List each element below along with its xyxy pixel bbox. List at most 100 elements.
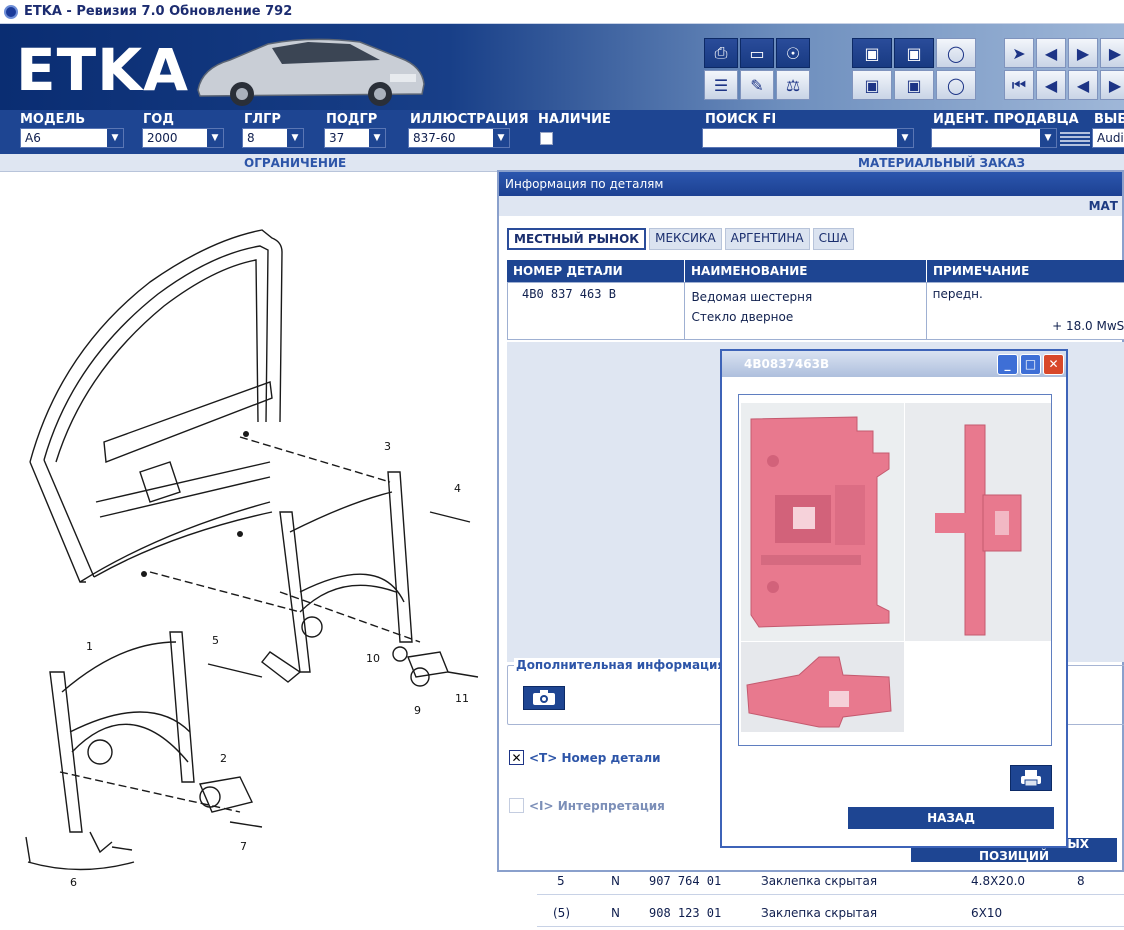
binoculars-icon[interactable]: ☉ [776,38,810,68]
part-image-window: 4B0837463B _ □ ✕ НАЗАД [720,349,1068,848]
dealer-label: ИДЕНТ. ПРОДАВЦА [933,112,1079,127]
panel-title: Информация по деталям [499,172,1122,196]
panel-strip-label: МАТ [1088,199,1118,213]
callout-7[interactable]: 7 [240,840,247,853]
pin-icon[interactable]: ➤ [1004,38,1034,68]
table-row[interactable]: 4B0 837 463 B Ведомая шестерня Стекло дв… [507,282,1124,340]
elsa-icon[interactable]: ▣ [852,38,892,68]
forward-icon[interactable]: ▶ [1100,70,1124,100]
availability-label: НАЛИЧИЕ [538,112,611,127]
callout-5[interactable]: 5 [212,634,219,647]
chevron-down-icon[interactable]: ▼ [207,129,223,147]
illustration-select[interactable]: 837-60 ▼ [408,128,510,148]
part-photo-frame [738,394,1052,746]
popup-title: 4B0837463B [744,357,830,371]
availability-checkbox[interactable] [540,132,553,145]
printer-icon [1021,770,1041,787]
chevron-down-icon[interactable]: ▼ [897,129,913,147]
scale-icon[interactable]: ⚖ [776,70,810,100]
search-select[interactable]: ▼ [702,128,914,148]
close-icon[interactable]: ✕ [1043,353,1064,375]
tab-usa[interactable]: США [812,228,854,250]
minimize-icon[interactable]: _ [997,353,1018,375]
grid-icon [1060,132,1090,146]
screen-icon[interactable]: ▭ [740,38,774,68]
back-button[interactable]: НАЗАД [848,807,1054,829]
chevron-down-icon[interactable]: ▼ [1040,129,1056,147]
callout-2[interactable]: 2 [220,752,227,765]
chevron-down-icon[interactable]: ▼ [493,129,509,147]
brand-logo: ETKA [16,36,190,104]
tab-argentina[interactable]: АРГЕНТИНА [724,228,810,250]
mg-select[interactable]: 8 ▼ [242,128,304,148]
camera-icon [533,690,555,705]
header-banner: ETKA ⎙ ▭ ☉ ☰ ✎ ⚖ ▣ ▣ ◯ ▣ ▣ ◯ ➤ ◀ ▶ ▶ ⏮ ◀… [0,24,1124,110]
chevron-down-icon[interactable]: ▼ [287,129,303,147]
callout-1[interactable]: 1 [86,640,93,653]
col-part-number: НОМЕР ДЕТАЛИ [507,260,685,282]
tab-mexico[interactable]: МЕКСИКА [649,228,722,250]
additional-info-label: Дополнительная информация [514,658,728,672]
callout-3[interactable]: 3 [384,440,391,453]
more-icon[interactable]: ▶ [1100,38,1124,68]
sg-label: ПОДГР [326,112,378,127]
market-tabs: МЕСТНЫЙ РЫНОК МЕКСИКА АРГЕНТИНА США [507,228,854,250]
model-select[interactable]: A6 ▼ [20,128,124,148]
model-label: МОДЕЛЬ [20,112,86,127]
part-photo [741,403,1051,732]
cart-icon[interactable]: ◯ [936,38,976,68]
callout-10[interactable]: 10 [366,652,380,665]
table-row[interactable]: (5) N 908 123 01 Заклепка скрытая 6X10 [537,899,1124,927]
back-icon[interactable]: ◀ [1068,70,1098,100]
pencil-icon[interactable]: ✎ [740,70,774,100]
dealer-select[interactable]: ▼ [931,128,1057,148]
prev-page-icon[interactable]: ◀ [1036,38,1066,68]
list-icon[interactable]: ☰ [704,70,738,100]
window-title: ETKA - Ревизия 7.0 Обновление 792 [24,4,293,19]
brand-select[interactable]: Audi [1092,128,1124,148]
popup-titlebar: 4B0837463B _ □ ✕ [722,351,1066,377]
next-page-icon[interactable]: ▶ [1068,38,1098,68]
camera-button[interactable] [523,686,565,710]
interpretation-option[interactable]: <I> Интерпретация [509,798,665,813]
sg-select[interactable]: 37 ▼ [324,128,386,148]
cart-add-icon[interactable]: ◯ [936,70,976,100]
chevron-down-icon[interactable]: ▼ [369,129,385,147]
callout-6[interactable]: 6 [70,876,77,889]
toolbar-group-3: ➤ ◀ ▶ ▶ ⏮ ◀ ◀ ▶ [1004,38,1124,100]
print-button[interactable] [1010,765,1052,791]
year-select[interactable]: 2000 ▼ [142,128,224,148]
callout-4[interactable]: 4 [454,482,461,495]
mg-label: ГЛГР [244,112,281,127]
callout-11[interactable]: 11 [455,692,469,705]
tab-local-market[interactable]: МЕСТНЫЙ РЫНОК [507,228,647,250]
name-cell: Ведомая шестерня Стекло дверное [685,283,927,339]
toolbar-group-2: ▣ ▣ ◯ ▣ ▣ ◯ [852,38,976,100]
chevron-down-icon[interactable]: ▼ [107,129,123,147]
printer-icon[interactable]: ⎙ [704,38,738,68]
toolbar-group-1: ⎙ ▭ ☉ ☰ ✎ ⚖ [704,38,810,100]
car-image [197,38,425,106]
part-number-option[interactable]: ✕ <T> Номер детали [509,750,661,765]
table-header: НОМЕР ДЕТАЛИ НАИМЕНОВАНИЕ ПРИМЕЧАНИЕ [507,260,1124,282]
select-label: ВЫБ [1094,112,1124,127]
depot-icon[interactable]: ▣ [894,38,934,68]
interpretation-checkbox[interactable] [509,798,524,813]
note-cell: передн. + 18.0 MwSt [932,287,1124,333]
parts-diagram[interactable]: 1 2 3 4 5 6 7 9 10 11 [0,172,500,927]
restriction-label: ОГРАНИЧЕНИЕ [244,156,347,170]
part-number-checkbox[interactable]: ✕ [509,750,524,765]
prev-icon[interactable]: ◀ [1036,70,1066,100]
window-regulator-drawing [25,229,479,871]
window-controls: _ □ ✕ [997,353,1064,375]
truck-icon[interactable]: ▣ [894,70,934,100]
col-name: НАИМЕНОВАНИЕ [685,260,927,282]
callout-9[interactable]: 9 [414,704,421,717]
maximize-icon[interactable]: □ [1020,353,1041,375]
illustration-label: ИЛЛЮСТРАЦИЯ [410,112,529,127]
part-number-cell: 4B0 837 463 B [508,283,686,339]
info-icon[interactable]: ▣ [852,70,892,100]
first-icon[interactable]: ⏮ [1004,70,1034,100]
year-label: ГОД [143,112,174,127]
app-icon [4,4,18,19]
